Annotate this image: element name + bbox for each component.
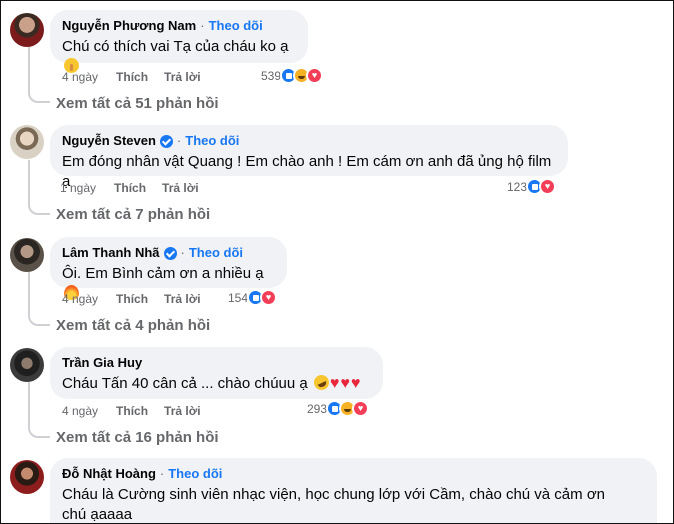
timestamp[interactable]: 1 ngày [60, 181, 96, 195]
separator-dot: · [159, 466, 165, 481]
avatar[interactable] [10, 13, 44, 47]
like-button[interactable]: Thích [116, 70, 148, 84]
comment-actions: 4 ngày Thích Trả lời [62, 292, 201, 306]
love-reaction-icon [539, 178, 557, 195]
commenter-name[interactable]: Trần Gia Huy [62, 355, 142, 371]
commenter-name[interactable]: Nguyễn Phương Nam [62, 18, 196, 34]
thread-line [28, 382, 50, 438]
heart-icon: ♥ [329, 375, 340, 392]
reply-button[interactable]: Trả lời [164, 292, 201, 306]
follow-link[interactable]: Theo dõi [185, 133, 239, 149]
thread-line [28, 47, 50, 103]
like-button[interactable]: Thích [114, 181, 146, 195]
rofl-icon [311, 372, 332, 393]
follow-link[interactable]: Theo dõi [168, 466, 222, 482]
avatar[interactable] [10, 348, 44, 382]
separator-dot: · [200, 18, 205, 33]
love-reaction-icon [306, 67, 324, 84]
comment-bubble: Lâm Thanh Nhã · Theo dõi Ôi. Em Bình cảm… [50, 237, 287, 300]
timestamp[interactable]: 4 ngày [62, 404, 98, 418]
thread-line [28, 272, 50, 326]
commenter-name[interactable]: Đỗ Nhật Hoàng [62, 466, 156, 482]
verified-badge-icon [163, 246, 177, 260]
verified-badge-icon [159, 134, 173, 148]
reply-button[interactable]: Trả lời [162, 181, 199, 195]
comment-actions: 1 ngày Thích Trả lời [60, 181, 199, 195]
heart-icon: ♥ [340, 375, 350, 392]
avatar[interactable] [10, 125, 44, 159]
reaction-summary[interactable]: 154 [228, 289, 278, 306]
love-reaction-icon [352, 400, 370, 417]
comment-text: Cháu Tấn 40 cân cả ... chào chúuu ạ ♥♥♥ [62, 372, 371, 394]
reaction-count: 123 [507, 179, 528, 194]
comment-text-body: Cháu Tấn 40 cân cả ... chào chúuu ạ [62, 375, 308, 392]
comment-text: Cháu là Cường sinh viên nhạc viện, học c… [62, 486, 605, 523]
comment-text-body: Ôi. Em Bình cảm ơn a nhiều ạ [62, 265, 264, 282]
comment-actions: 4 ngày Thích Trả lời [62, 404, 201, 418]
thread-line [28, 160, 50, 215]
reaction-count: 154 [228, 290, 249, 305]
reaction-count: 293 [307, 401, 328, 416]
separator-dot: · [180, 245, 185, 260]
timestamp[interactable]: 4 ngày [62, 70, 98, 84]
reaction-count: 539 [261, 68, 282, 83]
timestamp[interactable]: 4 ngày [62, 292, 98, 306]
reply-button[interactable]: Trả lời [164, 70, 201, 84]
comment-bubble: Nguyễn Steven · Theo dõi Em đóng nhân vậ… [50, 125, 568, 190]
comment-bubble: Trần Gia Huy Cháu Tấn 40 cân cả ... chào… [50, 347, 383, 399]
comment-actions: 4 ngày Thích Trả lời [62, 70, 201, 84]
like-button[interactable]: Thích [116, 404, 148, 418]
view-replies-link[interactable]: Xem tất cả 51 phản hồi [56, 95, 219, 112]
comment-bubble: Đỗ Nhật Hoàng · Theo dõi Cháu là Cường s… [50, 458, 657, 524]
avatar[interactable] [10, 238, 44, 272]
comment-bubble: Nguyễn Phương Nam · Theo dõi Chú có thíc… [50, 10, 308, 73]
view-replies-link[interactable]: Xem tất cả 16 phản hồi [56, 429, 219, 446]
follow-link[interactable]: Theo dõi [209, 18, 263, 34]
comment-text-body: Chú có thích vai Tạ của cháu ko ạ [62, 38, 289, 55]
reaction-summary[interactable]: 123 [507, 178, 557, 195]
reaction-summary[interactable]: 539 [261, 67, 324, 84]
reaction-summary[interactable]: 293 [307, 400, 370, 417]
like-button[interactable]: Thích [116, 292, 148, 306]
love-reaction-icon [260, 289, 278, 306]
commenter-name[interactable]: Nguyễn Steven [62, 133, 156, 149]
separator-dot: · [176, 133, 182, 148]
follow-link[interactable]: Theo dõi [189, 245, 243, 261]
commenter-name[interactable]: Lâm Thanh Nhã [62, 245, 160, 261]
avatar[interactable] [10, 460, 44, 494]
view-replies-link[interactable]: Xem tất cả 7 phản hồi [56, 206, 210, 223]
heart-icon: ♥ [350, 375, 361, 392]
view-replies-link[interactable]: Xem tất cả 4 phản hồi [56, 317, 210, 334]
reply-button[interactable]: Trả lời [164, 404, 201, 418]
